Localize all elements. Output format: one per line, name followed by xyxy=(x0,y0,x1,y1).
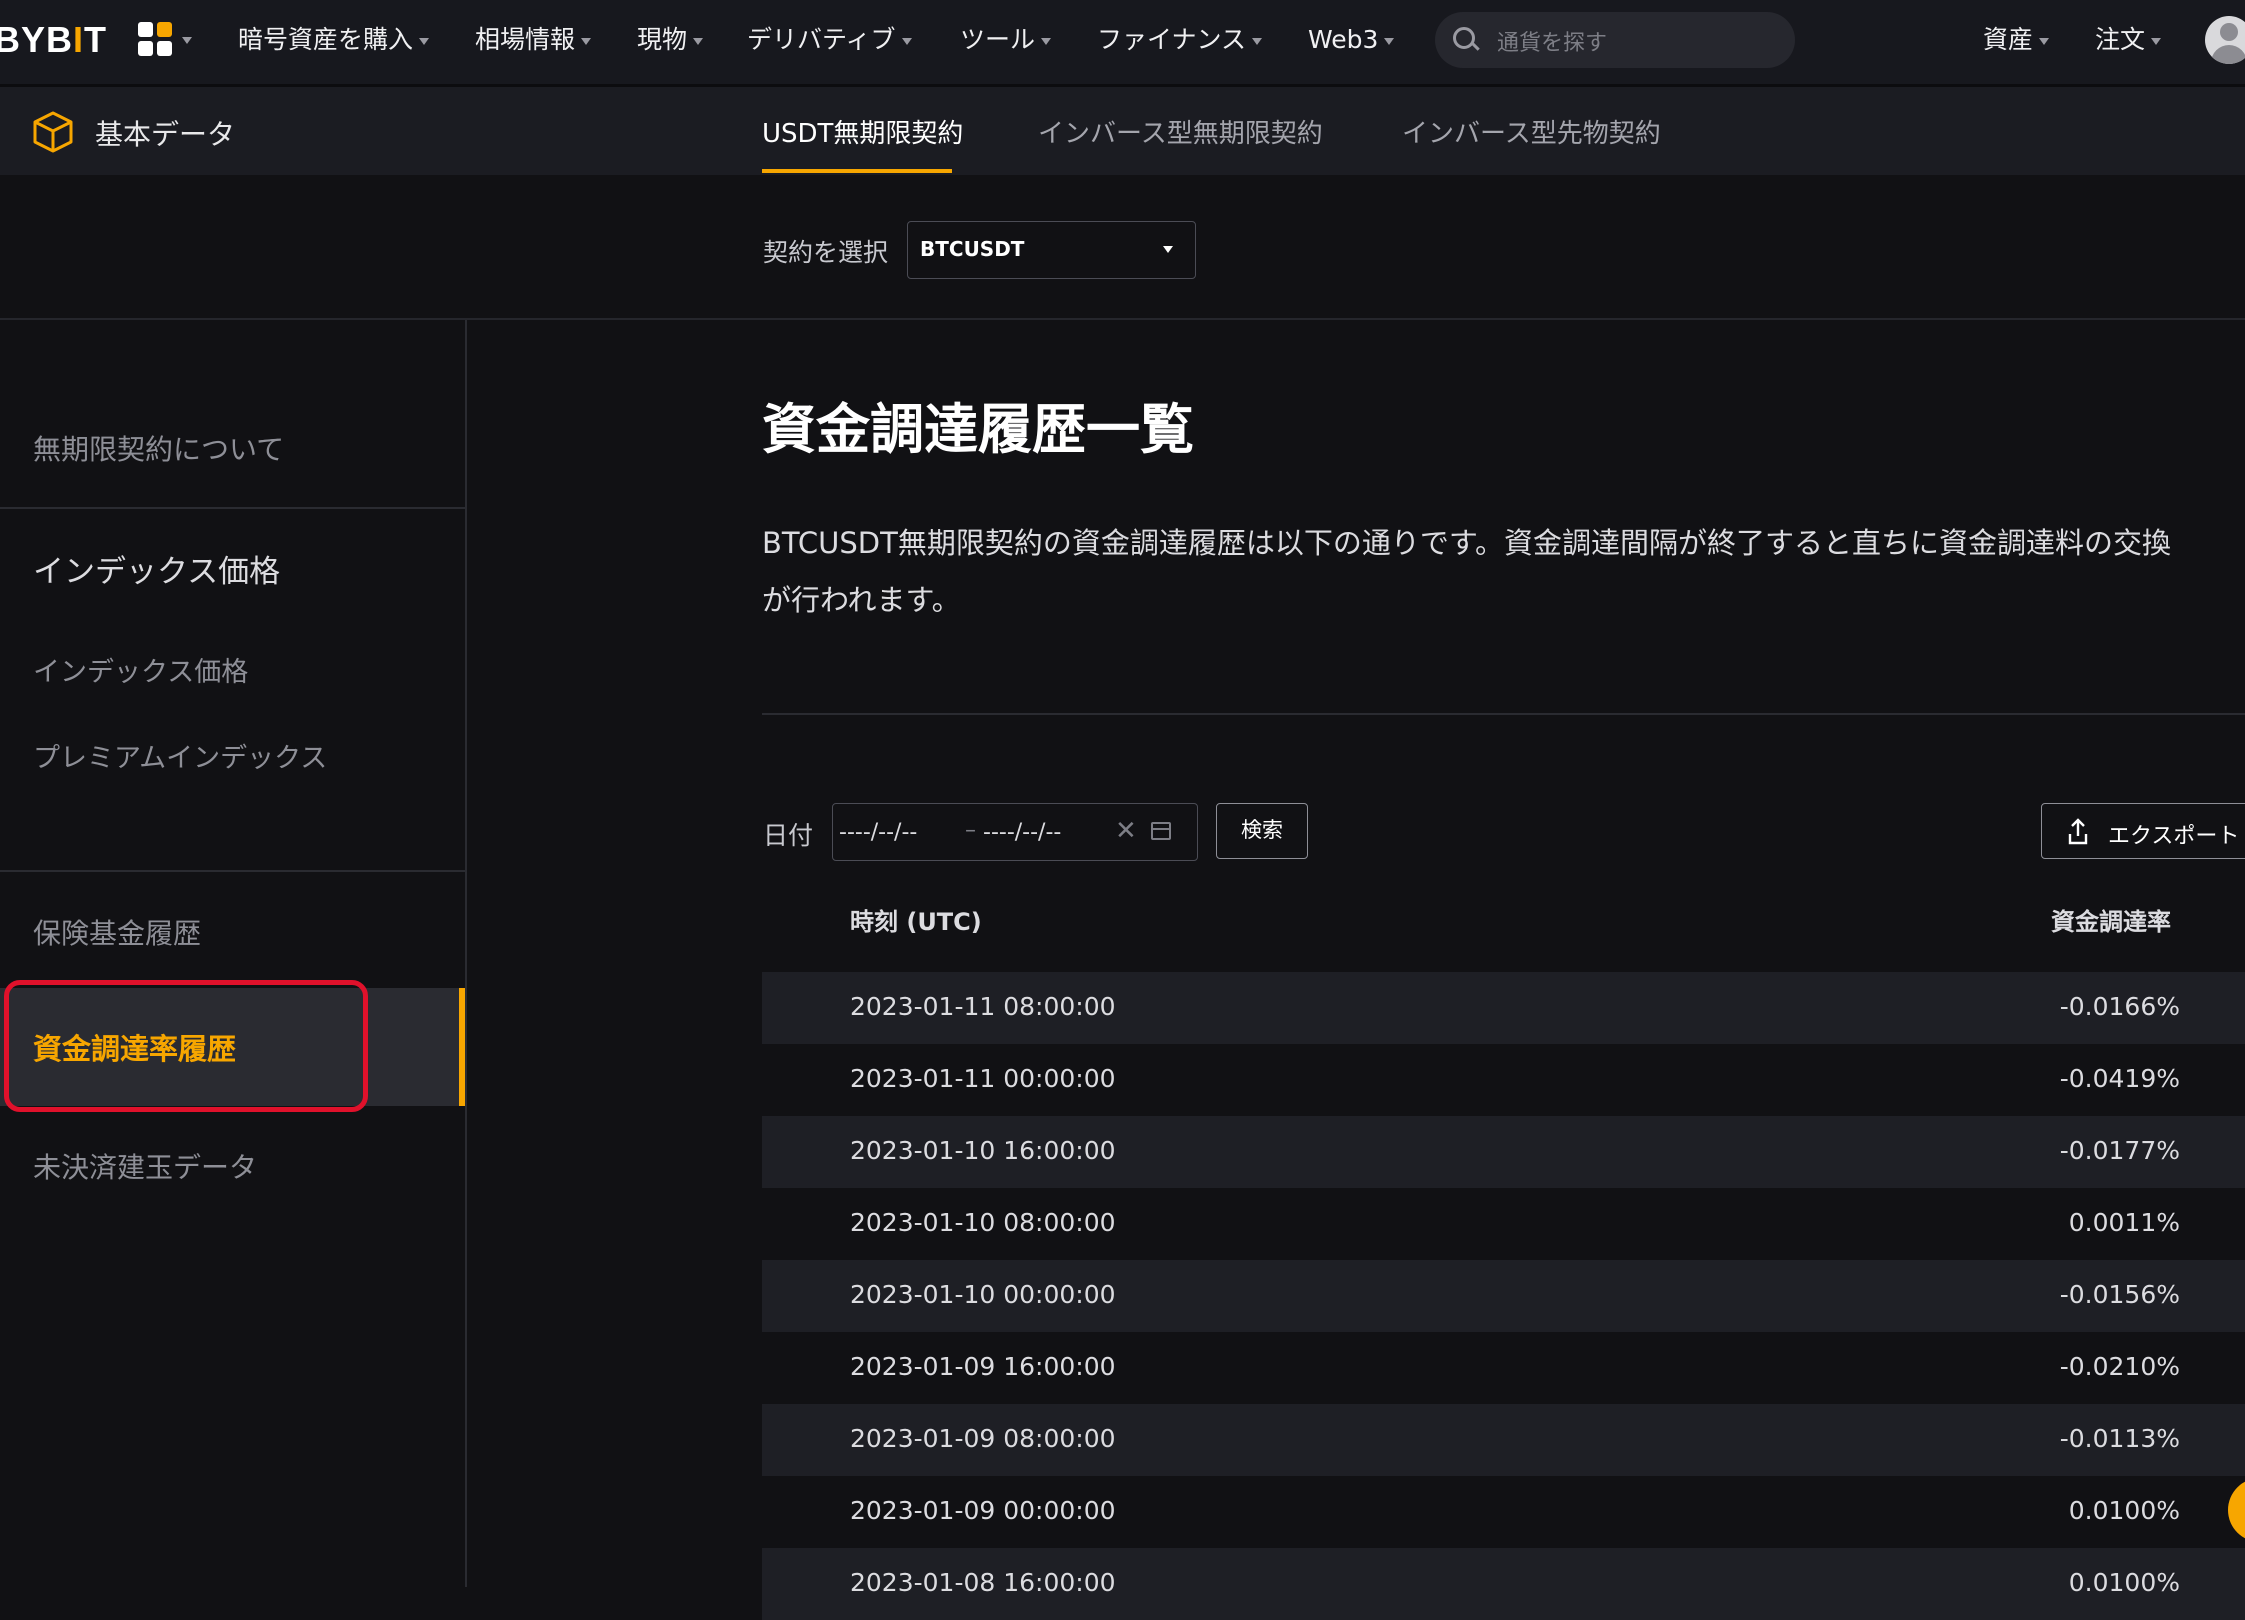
tab-inverse-perpetual[interactable]: インバース型無期限契約 xyxy=(1038,113,1323,150)
chevron-down-icon xyxy=(1041,37,1052,45)
highlight-annotation xyxy=(4,980,368,1112)
nav-buy-crypto[interactable]: 暗号資産を購入 xyxy=(238,22,430,58)
active-tab-indicator xyxy=(762,169,952,173)
chevron-down-icon xyxy=(1384,37,1395,45)
page-title: 資金調達履歴一覧 xyxy=(762,398,1194,461)
sidebar-item-open-interest[interactable]: 未決済建玉データ xyxy=(33,1146,257,1186)
coin-search-input[interactable]: 通貨を探す xyxy=(1435,12,1795,68)
nav-spot[interactable]: 現物 xyxy=(637,22,704,58)
table-row: 2023-01-10 16:00:00 -0.0177% xyxy=(762,1116,2245,1188)
nav-finance[interactable]: ファイナンス xyxy=(1097,22,1263,58)
tab-inverse-futures[interactable]: インバース型先物契約 xyxy=(1402,113,1661,150)
date-to-input[interactable]: ----/--/-- xyxy=(983,820,1061,845)
section-title: 基本データ xyxy=(95,118,236,151)
chevron-down-icon xyxy=(581,37,592,45)
table-row: 2023-01-09 00:00:00 0.0100% xyxy=(850,1496,2180,1525)
nav-markets[interactable]: 相場情報 xyxy=(475,22,592,58)
sidebar-item-premium-index[interactable]: プレミアムインデックス xyxy=(33,736,327,775)
table-row: 2023-01-10 00:00:00 -0.0156% xyxy=(762,1260,2245,1332)
chevron-down-icon xyxy=(1252,37,1263,45)
table-row: 2023-01-08 16:00:00 0.0100% xyxy=(762,1548,2245,1620)
sub-navigation: 基本データ USDT無期限契約 インバース型無期限契約 インバース型先物契約 xyxy=(0,87,2245,175)
date-from-input[interactable]: ----/--/-- xyxy=(839,820,917,845)
sidebar-item-index-price[interactable]: インデックス価格 xyxy=(33,650,248,689)
nav-orders[interactable]: 注文 xyxy=(2095,22,2162,58)
calendar-icon[interactable] xyxy=(1151,822,1171,840)
column-header-funding-rate: 資金調達率 xyxy=(2051,908,2171,936)
tab-usdt-perpetual[interactable]: USDT無期限契約 xyxy=(762,113,963,150)
upload-icon xyxy=(2068,818,2088,845)
contract-select-label: 契約を選択 xyxy=(763,238,889,267)
sidebar-item-about-perpetual[interactable]: 無期限契約について xyxy=(33,428,284,468)
table-row: 2023-01-09 16:00:00 -0.0210% xyxy=(850,1352,2180,1381)
column-header-time: 時刻 (UTC) xyxy=(850,908,982,936)
bybit-logo[interactable]: BYBIT xyxy=(0,19,107,61)
nav-assets[interactable]: 資産 xyxy=(1983,22,2050,58)
funding-rate-table: 2023-01-11 08:00:00 -0.0166% 2023-01-11 0… xyxy=(762,972,2245,1620)
clear-icon[interactable]: ✕ xyxy=(1115,816,1137,846)
nav-derivatives[interactable]: デリバティブ xyxy=(747,22,912,58)
table-row: 2023-01-11 00:00:00 -0.0419% xyxy=(850,1064,2180,1093)
table-row: 2023-01-10 08:00:00 0.0011% xyxy=(850,1208,2180,1237)
chevron-down-icon xyxy=(693,37,704,45)
table-row: 2023-01-09 08:00:00 -0.0113% xyxy=(762,1404,2245,1476)
sidebar-item-insurance-fund[interactable]: 保険基金履歴 xyxy=(33,912,201,952)
chevron-down-icon xyxy=(2151,37,2162,45)
table-row: 2023-01-11 08:00:00 -0.0166% xyxy=(762,972,2245,1044)
divider xyxy=(762,713,2245,715)
chevron-down-icon xyxy=(901,37,912,45)
user-avatar[interactable] xyxy=(2205,16,2245,64)
divider xyxy=(0,870,465,872)
export-button[interactable]: エクスポート xyxy=(2041,803,2245,859)
date-range-picker[interactable]: ----/--/-- – ----/--/-- ✕ xyxy=(832,803,1198,861)
divider xyxy=(0,507,465,509)
nav-tools[interactable]: ツール xyxy=(960,22,1052,58)
active-indicator xyxy=(459,988,465,1106)
contract-select[interactable]: BTCUSDT xyxy=(907,221,1196,279)
apps-grid-icon[interactable] xyxy=(138,22,192,60)
sidebar-heading-index-price[interactable]: インデックス価格 xyxy=(33,546,280,591)
page-description: BTCUSDT無期限契約の資金調達履歴は以下の通りです。資金調達間隔が終了すると… xyxy=(762,526,2171,617)
top-navigation: BYBIT 暗号資産を購入 相場情報 現物 デリバティブ ツール ファイナンス … xyxy=(0,0,2245,87)
dropdown-arrow-icon xyxy=(1163,246,1173,253)
chevron-down-icon xyxy=(2039,37,2050,45)
search-button[interactable]: 検索 xyxy=(1216,803,1308,859)
chevron-down-icon xyxy=(419,37,430,45)
nav-web3[interactable]: Web3 xyxy=(1308,22,1395,58)
sidebar: 無期限契約について インデックス価格 インデックス価格 プレミアムインデックス … xyxy=(0,320,467,1587)
date-filter-label: 日付 xyxy=(763,821,814,850)
search-icon xyxy=(1453,27,1475,49)
cube-icon xyxy=(33,111,73,153)
